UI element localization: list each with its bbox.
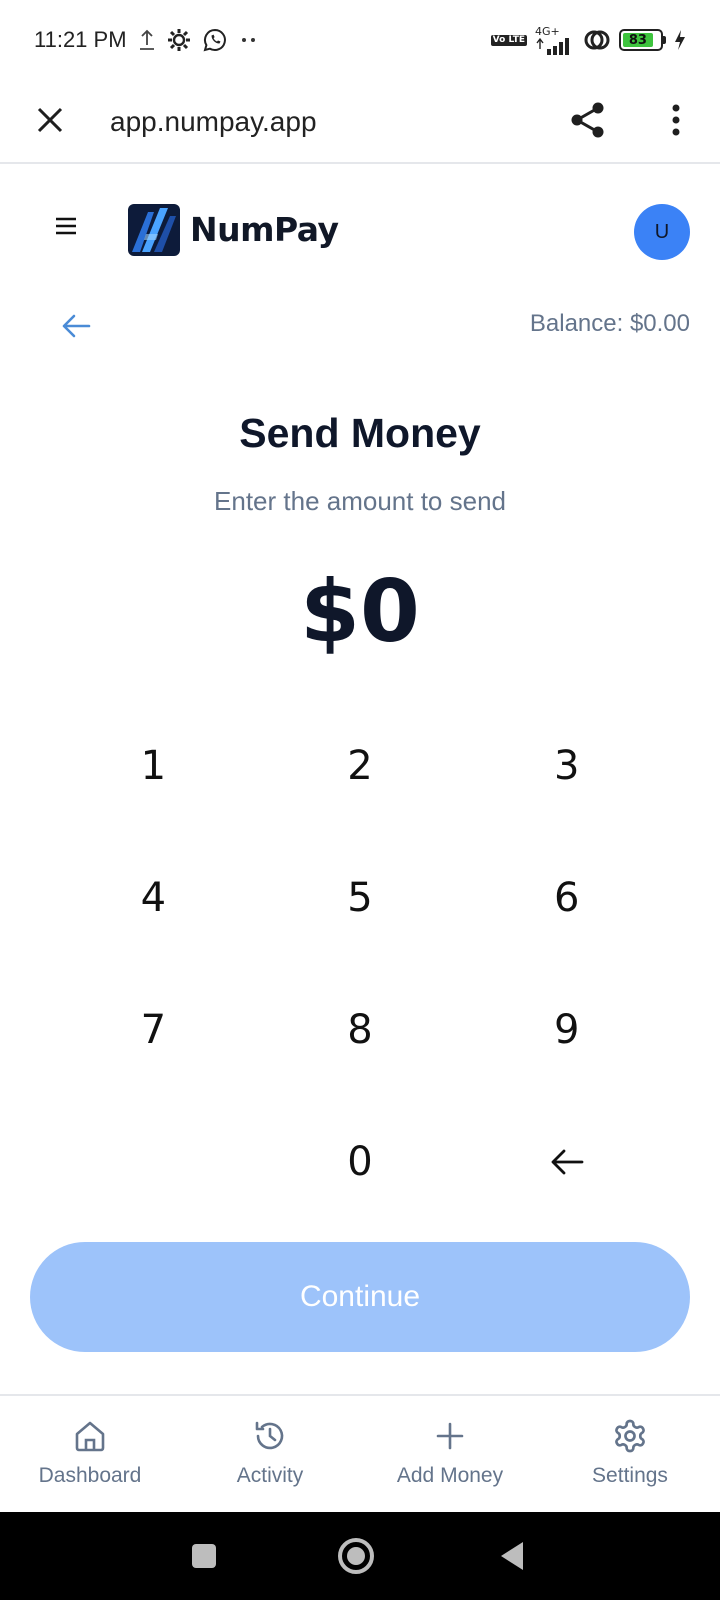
key-5[interactable]: 5 (257, 832, 464, 964)
avatar[interactable]: U (634, 204, 690, 260)
nav-activity[interactable]: Activity (180, 1396, 360, 1512)
battery-level: 83 (623, 33, 653, 48)
hotspot-icon (583, 27, 611, 53)
home-button-icon[interactable] (334, 1534, 378, 1578)
bottom-nav: Dashboard Activity Add Money Settings (0, 1394, 720, 1512)
close-icon[interactable] (28, 98, 72, 142)
nav-label: Activity (236, 1464, 304, 1487)
key-4[interactable]: 4 (50, 832, 257, 964)
status-bar: 11:21 PM Vo LTE 4G+ 83 (0, 0, 720, 80)
signal-icon: 4G+ (535, 26, 575, 55)
nav-settings[interactable]: Settings (540, 1396, 720, 1512)
menu-icon[interactable] (48, 208, 84, 244)
charging-icon (674, 29, 686, 51)
back-arrow-icon[interactable] (56, 306, 96, 346)
more-dots-icon (239, 35, 259, 45)
page-subtitle: Enter the amount to send (214, 486, 506, 516)
recents-icon[interactable] (184, 1536, 224, 1576)
network-type: 4G+ (535, 24, 560, 38)
app-header: NumPay U (0, 166, 720, 292)
nav-add-money[interactable]: Add Money (360, 1396, 540, 1512)
browser-bar: app.numpay.app (0, 80, 720, 164)
gear-icon (167, 28, 191, 52)
key-6[interactable]: 6 (463, 832, 670, 964)
amount-display: $0 (300, 562, 420, 662)
battery-icon: 83 (619, 29, 666, 51)
status-left: 11:21 PM (34, 27, 259, 53)
key-3[interactable]: 3 (463, 700, 670, 832)
history-icon (250, 1416, 290, 1456)
share-icon[interactable] (566, 98, 610, 142)
android-nav-bar (0, 1512, 720, 1600)
status-time: 11:21 PM (34, 27, 127, 52)
nav-label: Add Money (396, 1464, 504, 1487)
more-vertical-icon[interactable] (654, 98, 698, 142)
nav-label: Settings (592, 1464, 668, 1487)
key-9[interactable]: 9 (463, 964, 670, 1096)
browser-url[interactable]: app.numpay.app (110, 80, 317, 164)
logo-icon (128, 204, 180, 256)
whatsapp-icon (203, 28, 227, 52)
backspace-key[interactable]: ← (463, 1096, 670, 1228)
key-7[interactable]: 7 (50, 964, 257, 1096)
nav-label: Dashboard (38, 1464, 142, 1487)
key-2[interactable]: 2 (257, 700, 464, 832)
brand-name: NumPay (190, 210, 339, 249)
plus-icon (430, 1416, 470, 1456)
key-1[interactable]: 1 (50, 700, 257, 832)
home-icon (70, 1416, 110, 1456)
keypad: 1 2 3 4 5 6 7 8 9 0 ← (50, 700, 670, 1228)
nav-dashboard[interactable]: Dashboard (0, 1396, 180, 1512)
upload-icon (139, 28, 155, 52)
back-button-icon[interactable] (492, 1536, 532, 1576)
page-title: Send Money (239, 410, 481, 456)
key-8[interactable]: 8 (257, 964, 464, 1096)
status-right: Vo LTE 4G+ 83 (490, 26, 686, 55)
settings-icon (610, 1416, 650, 1456)
volte-icon: Vo LTE (490, 34, 527, 46)
balance-text: Balance: $0.00 (529, 310, 690, 337)
key-0[interactable]: 0 (257, 1096, 464, 1228)
continue-button[interactable]: Continue (30, 1242, 690, 1352)
